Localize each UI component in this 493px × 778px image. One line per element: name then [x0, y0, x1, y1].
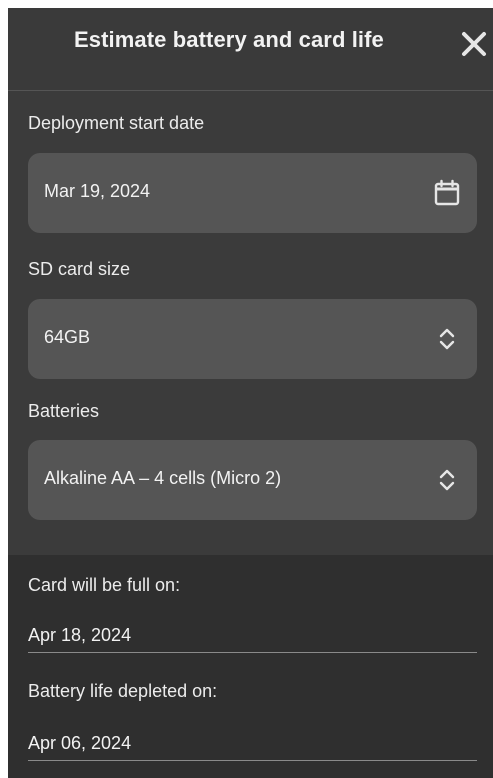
start-date-value: Mar 19, 2024 [44, 181, 151, 201]
sd-card-label: SD card size [28, 259, 131, 279]
card-full-label: Card will be full on: [28, 575, 181, 595]
battery-depleted-value: Apr 06, 2024 [28, 733, 477, 761]
estimate-dialog: Estimate battery and card life Deploymen… [8, 8, 493, 778]
start-date-label: Deployment start date [28, 113, 205, 133]
close-button[interactable] [458, 28, 490, 60]
batteries-label: Batteries [28, 401, 100, 421]
sd-card-select[interactable]: 64GB [28, 299, 477, 379]
chevron-up-down-icon [439, 469, 455, 491]
results-panel: Card will be full on: Apr 18, 2024 Batte… [8, 555, 493, 778]
card-full-value: Apr 18, 2024 [28, 625, 477, 653]
start-date-field[interactable]: Mar 19, 2024 [28, 153, 477, 233]
battery-depleted-label: Battery life depleted on: [28, 681, 218, 701]
batteries-select[interactable]: Alkaline AA – 4 cells (Micro 2) [28, 440, 477, 520]
batteries-value: Alkaline AA – 4 cells (Micro 2) [44, 468, 282, 488]
dialog-title: Estimate battery and card life [74, 27, 384, 52]
chevron-up-down-icon [439, 328, 455, 350]
close-icon [462, 32, 486, 56]
dialog-header: Estimate battery and card life [8, 8, 493, 91]
sd-card-value: 64GB [44, 327, 91, 347]
form-area: Deployment start date Mar 19, 2024 SD ca… [8, 91, 493, 555]
calendar-icon [434, 179, 460, 206]
